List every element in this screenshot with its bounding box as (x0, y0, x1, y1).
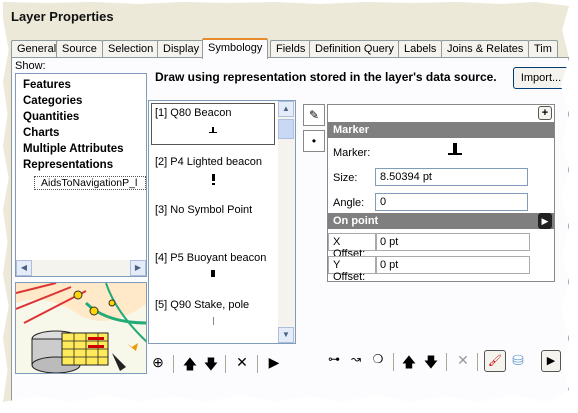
layer-preview-image (15, 282, 147, 374)
on-point-section-header: On point (328, 213, 554, 229)
brush-tool-icon[interactable]: 🖌 (484, 350, 506, 372)
placement-menu-icon[interactable]: ▶ (538, 213, 552, 229)
scroll-right-icon[interactable]: ▶ (130, 260, 146, 276)
category-features[interactable]: Features (23, 79, 71, 91)
representation-item-4[interactable]: [4] P5 Buoyant beacon (155, 252, 266, 264)
scroll-up-icon[interactable]: ▲ (278, 101, 294, 117)
toolbar-separator (173, 355, 174, 373)
tab-general[interactable]: General (11, 40, 63, 58)
representation-rule-item[interactable]: AidsToNavigationP_l (34, 176, 146, 190)
category-quantities[interactable]: Quantities (23, 111, 79, 123)
tab-general-label: General (17, 43, 57, 55)
size-input[interactable]: 8.50394 pt (375, 168, 528, 186)
show-category-list: Features Categories Quantities Charts Mu… (15, 73, 147, 277)
geometric-effect-tool-icon[interactable]: ✎ (303, 104, 325, 126)
category-representations[interactable]: Representations (23, 159, 113, 171)
marker-symbol-stem-icon[interactable] (453, 143, 457, 153)
window-title: Layer Properties (11, 9, 114, 24)
toolbar-separator (257, 355, 258, 373)
category-charts[interactable]: Charts (23, 127, 59, 139)
tab-fields[interactable]: Fields (270, 40, 312, 58)
category-categories[interactable]: Categories (23, 95, 82, 107)
move-down-icon[interactable]: 🡇 (202, 354, 220, 378)
tab-definition-query-label: Definition Query (315, 43, 394, 55)
layer-properties-dialog: Layer Properties General Source Selectio… (3, 2, 569, 402)
layer-tools-column: ✎ • (301, 100, 325, 350)
tab-symbology-label: Symbology (208, 42, 263, 54)
tab-joins-relates-label: Joins & Relates (447, 43, 524, 55)
buoyant-beacon-symbol-icon (211, 270, 215, 277)
layer-up-icon[interactable]: 🡅 (400, 352, 418, 376)
add-layer-button[interactable]: + (538, 106, 552, 120)
angle-input[interactable]: 0 (375, 193, 528, 211)
scroll-thumb[interactable] (278, 119, 294, 139)
tab-display-label: Display (163, 43, 200, 55)
layer-down-icon[interactable]: 🡇 (422, 352, 440, 376)
toolbar-separator (393, 353, 394, 371)
x-offset-label: X Offset: (328, 233, 376, 260)
map-preview-graphic (16, 283, 146, 373)
move-up-icon[interactable]: 🡅 (181, 354, 199, 378)
scroll-down-icon[interactable]: ▼ (278, 327, 294, 343)
tab-source[interactable]: Source (56, 40, 103, 58)
tab-joins-relates[interactable]: Joins & Relates (441, 40, 530, 58)
database-icon[interactable]: ⛁ (509, 352, 527, 369)
toolbar-separator (477, 353, 478, 371)
category-list-hscrollbar[interactable]: ◀ ▶ (16, 260, 146, 276)
representation-properties-panel: + Marker Marker: Size: 8.50394 pt Angle:… (327, 104, 555, 283)
marker-layer-tool-icon[interactable]: • (303, 130, 325, 152)
tab-bar: General Source Selection Display Symbolo… (11, 38, 569, 59)
beacon-symbol-base-icon (209, 132, 217, 133)
x-offset-input[interactable]: 0 pt (376, 233, 530, 251)
show-label: Show: (15, 60, 46, 72)
marker-section-header: Marker (328, 122, 554, 138)
add-representation-icon[interactable]: ⊕ (149, 354, 167, 371)
delete-representation-icon[interactable]: ✕ (233, 354, 251, 371)
lighted-beacon-symbol-icon (212, 174, 215, 181)
tab-fields-label: Fields (276, 43, 306, 55)
y-offset-input[interactable]: 0 pt (376, 256, 530, 274)
representation-list: [1] Q80 Beacon [2] P4 Lighted beacon [3]… (148, 100, 296, 344)
remove-layer-icon[interactable]: ✕ (454, 352, 472, 369)
representation-item-2[interactable]: [2] P4 Lighted beacon (155, 156, 262, 168)
angle-label: Angle: (333, 197, 365, 209)
stake-pole-symbol-icon (213, 317, 214, 325)
tab-time-label: Tim (534, 43, 552, 55)
representation-item-1[interactable]: [1] Q80 Beacon (155, 107, 231, 119)
symbology-description: Draw using representation stored in the … (155, 70, 497, 84)
add-layer-icon[interactable]: ⊶ (325, 352, 343, 366)
toolbar-separator (225, 355, 226, 373)
y-offset-label: Y Offset: (328, 256, 376, 283)
add-effect-icon[interactable]: ↝ (347, 352, 365, 366)
tab-source-label: Source (62, 43, 97, 55)
lighted-beacon-dot-icon (212, 183, 215, 185)
representation-item-5[interactable]: [5] Q90 Stake, pole (155, 299, 249, 311)
more-options-icon[interactable]: ▶ (265, 354, 283, 371)
tab-labels[interactable]: Labels (398, 40, 443, 58)
tab-selection[interactable]: Selection (102, 40, 160, 58)
toolbar-separator (446, 353, 447, 371)
tab-display[interactable]: Display (157, 40, 206, 58)
category-multiple-attributes[interactable]: Multiple Attributes (23, 143, 124, 155)
tab-labels-label: Labels (404, 43, 437, 55)
representation-list-vscrollbar[interactable]: ▲ ▼ (278, 101, 295, 343)
representation-item-3[interactable]: [3] No Symbol Point (155, 204, 252, 216)
tab-symbology[interactable]: Symbology (202, 38, 269, 59)
tab-time[interactable]: Tim (528, 40, 558, 58)
add-override-icon[interactable]: ❍ (369, 352, 387, 366)
size-label: Size: (333, 172, 358, 184)
expand-arrow-icon[interactable]: ▶ (541, 350, 561, 372)
scroll-left-icon[interactable]: ◀ (16, 260, 32, 276)
marker-symbol-base-icon (448, 153, 462, 155)
marker-label: Marker: (333, 147, 371, 159)
tab-selection-label: Selection (108, 43, 154, 55)
tab-definition-query[interactable]: Definition Query (309, 40, 400, 58)
import-button[interactable]: Import... (513, 67, 569, 89)
